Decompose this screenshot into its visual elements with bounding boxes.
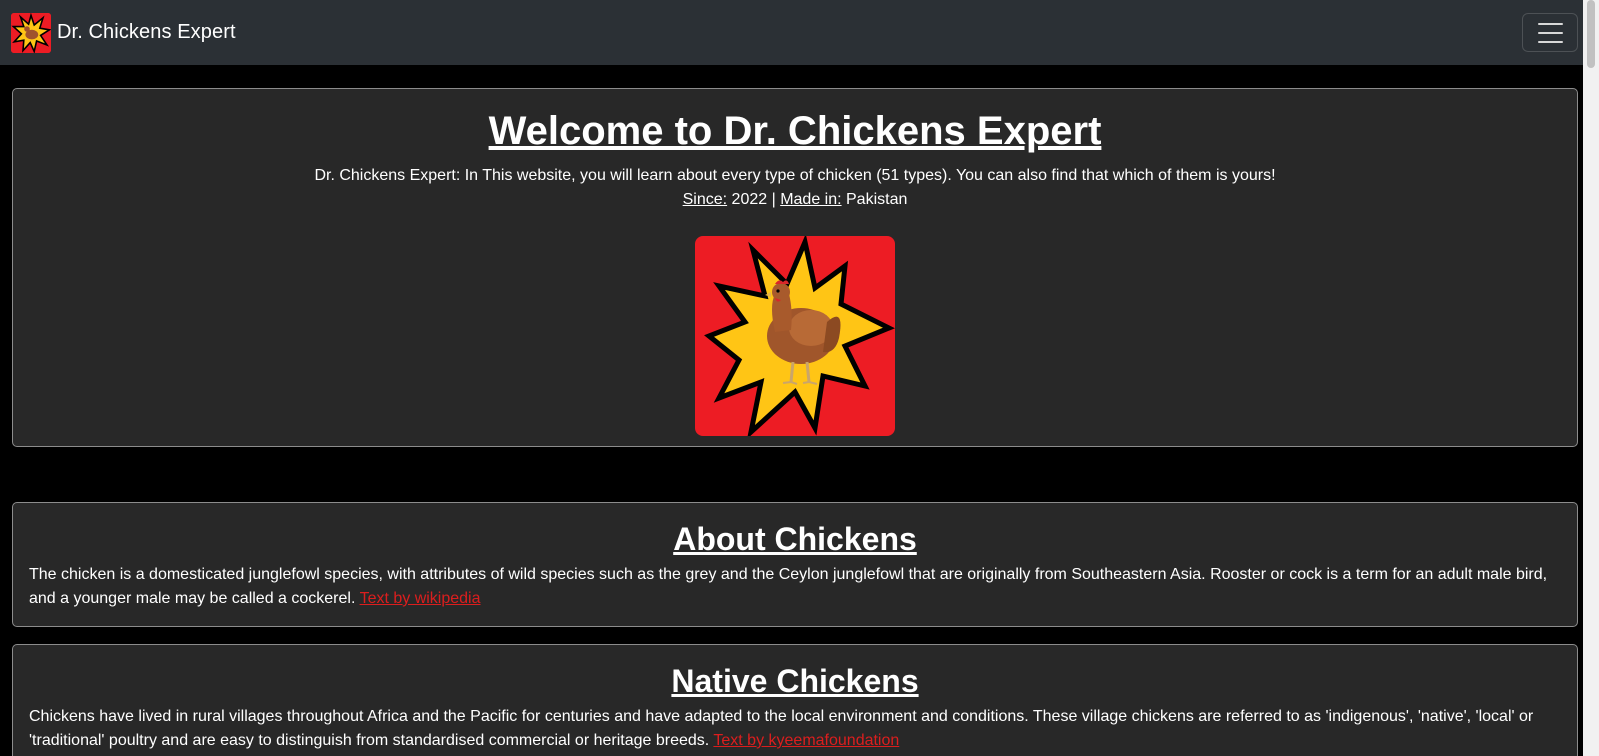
site-description: Dr. Chickens Expert: In This website, yo…: [314, 167, 1276, 184]
native-chickens-text: Chickens have lived in rural villages th…: [13, 701, 1577, 753]
navbar: Dr. Chickens Expert: [0, 0, 1583, 65]
menu-toggle-button[interactable]: [1522, 13, 1578, 52]
native-chickens-card: Native Chickens Chickens have lived in r…: [12, 644, 1578, 756]
since-value: 2022 |: [727, 191, 781, 208]
chicken-star-logo-image: [695, 236, 895, 436]
kyeemafoundation-source-link[interactable]: Text by kyeemafoundation: [713, 732, 899, 749]
made-in-value: Pakistan: [841, 191, 908, 208]
chicken-star-logo-icon: [11, 12, 51, 53]
brand-link[interactable]: Dr. Chickens Expert: [11, 12, 236, 53]
site-meta: Since: 2022 | Made in: Pakistan: [13, 188, 1577, 212]
since-label: Since:: [682, 191, 728, 208]
hamburger-menu-icon-bar: [1537, 40, 1563, 43]
page-scrollbar[interactable]: [1583, 0, 1599, 756]
hamburger-menu-icon-bar: [1537, 31, 1563, 34]
brand-title: Dr. Chickens Expert: [57, 21, 236, 43]
hamburger-menu-icon: [1537, 22, 1563, 25]
page-title: Welcome to Dr. Chickens Expert: [488, 109, 1102, 153]
native-chickens-title: Native Chickens: [671, 663, 919, 699]
about-chickens-body: The chicken is a domesticated junglefowl…: [29, 566, 1548, 607]
made-in-label: Made in:: [780, 191, 842, 208]
scrollbar-thumb[interactable]: [1587, 0, 1595, 68]
about-chickens-card: About Chickens The chicken is a domestic…: [12, 502, 1578, 627]
wikipedia-source-link[interactable]: Text by wikipedia: [360, 590, 481, 607]
welcome-card: Welcome to Dr. Chickens Expert Dr. Chick…: [12, 88, 1578, 447]
about-chickens-title: About Chickens: [673, 521, 917, 557]
about-chickens-text: The chicken is a domesticated junglefowl…: [13, 559, 1577, 611]
